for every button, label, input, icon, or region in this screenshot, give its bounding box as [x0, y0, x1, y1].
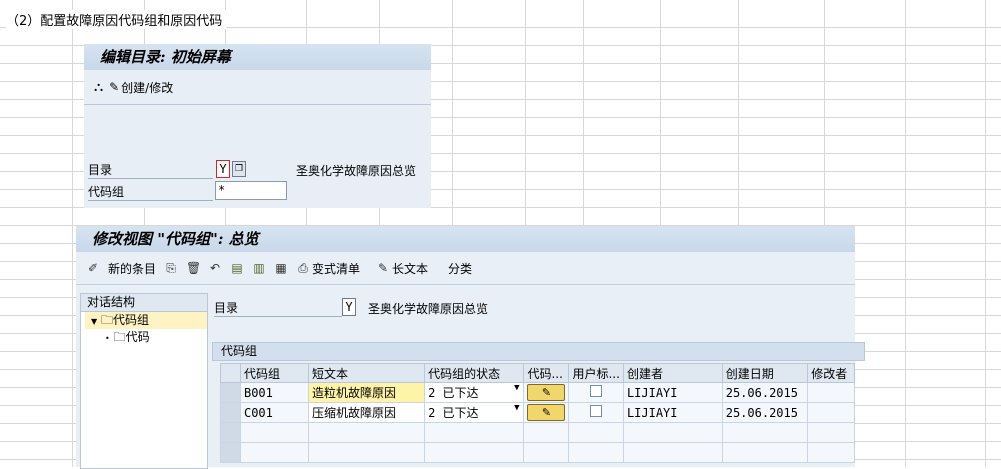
- row-selector[interactable]: [220, 422, 241, 443]
- edit-catalog-initial-screen: 编辑目录: 初始屏幕 ⛬ ✎ 创建/修改 目录 Y ❐ 圣奥化学故障原因总览 代…: [84, 44, 431, 208]
- view-title: 修改视图 "代码组": 总览: [76, 226, 855, 252]
- status-value: 2 已下达: [428, 406, 479, 420]
- toolbar: ⛬ ✎ 创建/修改: [84, 70, 431, 105]
- nav-item-label: 代码: [125, 330, 150, 344]
- view-toolbar: ✐ 新的条目 ⎘ 🗑 ↶ ▤ ▥ ▦ ⎙ 变式清单 ✎ 长文本 分类: [76, 252, 855, 285]
- code-cell: C001: [239, 402, 310, 423]
- code-edit-cell: ✎: [523, 382, 570, 403]
- long-text-label: 长文本: [392, 261, 429, 276]
- user-flag-checkbox[interactable]: [590, 385, 603, 397]
- status-dropdown[interactable]: 2 已下达 ▼: [424, 382, 525, 403]
- row-selector[interactable]: [220, 442, 241, 463]
- catalog-label: 目录: [88, 161, 213, 179]
- changed-by-cell: [807, 402, 855, 423]
- col-header[interactable]: 短文本: [308, 363, 426, 383]
- created-date-cell: 25.06.2015: [721, 382, 809, 403]
- row-selector[interactable]: [220, 382, 241, 403]
- row-selector-header[interactable]: [220, 363, 241, 383]
- col-header[interactable]: 创建者: [622, 363, 723, 383]
- short-text-cell[interactable]: 造粒机故障原因: [308, 382, 426, 403]
- user-flag-cell: [568, 382, 624, 403]
- creator-cell: LIJIAYI: [622, 382, 723, 403]
- catalog-description: 圣奥化学故障原因总览: [296, 164, 417, 178]
- table-row-empty[interactable]: [220, 442, 855, 463]
- col-header[interactable]: 修改者: [807, 363, 855, 383]
- catalog-field[interactable]: Y: [216, 160, 230, 178]
- glasses-edit-icon[interactable]: ✐: [86, 261, 100, 275]
- nav-item-label: 代码组: [113, 313, 150, 327]
- new-entries-button[interactable]: 新的条目: [108, 260, 156, 277]
- col-header[interactable]: 用户标...: [568, 363, 624, 383]
- deselect-icon[interactable]: ▦: [274, 261, 288, 275]
- change-view-overview: 修改视图 "代码组": 总览 ✐ 新的条目 ⎘ 🗑 ↶ ▤ ▥ ▦ ⎙ 变式清单…: [76, 226, 865, 469]
- hierarchy-icon[interactable]: ⛬: [94, 80, 103, 95]
- creator-cell: LIJIAYI: [622, 402, 723, 423]
- short-text-cell[interactable]: 压缩机故障原因: [308, 402, 426, 423]
- variant-list-label: 变式清单: [312, 261, 361, 276]
- screen-title: 编辑目录: 初始屏幕: [84, 44, 431, 70]
- dropdown-arrow-icon[interactable]: ▼: [514, 384, 519, 394]
- delete-icon[interactable]: 🗑: [186, 261, 201, 275]
- nav-item-code[interactable]: • 🗀代码: [81, 329, 207, 346]
- edit-note-icon: ✎: [378, 261, 389, 275]
- code-edit-cell: ✎: [523, 402, 570, 423]
- create-change-label: 创建/修改: [121, 80, 174, 95]
- catalog-description: 圣奥化学故障原因总览: [368, 302, 489, 316]
- variant-list-button[interactable]: ⎙ 变式清单: [296, 260, 360, 277]
- code-group-table: 代码组 短文本 代码组的状态 代码... 用户标... 创建者 创建日期 修改者…: [220, 363, 855, 463]
- col-header[interactable]: 创建日期: [721, 363, 809, 383]
- col-header[interactable]: 代码组的状态: [424, 363, 525, 383]
- dialog-structure-header: 对话结构: [81, 294, 207, 312]
- code-group-section-header: 代码组: [212, 342, 865, 361]
- edit-codes-button[interactable]: ✎: [527, 384, 566, 401]
- status-dropdown[interactable]: 2 已下达 ▼: [424, 402, 525, 423]
- printer-icon: ⎙: [298, 261, 308, 275]
- create-change-button[interactable]: ✎ 创建/修改: [109, 79, 173, 96]
- catalog-value: Y: [342, 298, 356, 316]
- code-group-input[interactable]: *: [215, 181, 287, 200]
- code-cell: B001: [239, 382, 310, 403]
- table-row[interactable]: C001 压缩机故障原因 2 已下达 ▼ ✎ LIJIAYI 25.06.2015: [220, 402, 855, 423]
- pencil-icon: ✎: [109, 80, 120, 94]
- created-date-cell: 25.06.2015: [721, 402, 809, 423]
- user-flag-checkbox[interactable]: [590, 405, 603, 417]
- row-selector[interactable]: [220, 402, 241, 423]
- dropdown-arrow-icon[interactable]: ▼: [514, 404, 519, 414]
- col-header[interactable]: 代码组: [239, 363, 310, 383]
- user-flag-cell: [568, 402, 624, 423]
- table-row[interactable]: B001 造粒机故障原因 2 已下达 ▼ ✎ LIJIAYI 25.06.2015: [220, 382, 855, 403]
- undo-icon[interactable]: ↶: [208, 261, 222, 275]
- folder-icon: 🗀: [113, 330, 126, 344]
- copy-icon[interactable]: ⎘: [164, 261, 178, 275]
- classification-button[interactable]: 分类: [448, 260, 472, 277]
- select-block-icon[interactable]: ▥: [252, 261, 266, 275]
- catalog-label: 目录: [214, 299, 342, 317]
- expand-triangle-icon[interactable]: ▼: [91, 317, 97, 326]
- dialog-structure-panel: 对话结构 ▼ 🗀代码组 • 🗀代码: [80, 293, 208, 469]
- table-row-empty[interactable]: [220, 422, 855, 443]
- nav-item-code-group[interactable]: ▼ 🗀代码组: [85, 312, 207, 329]
- table-header-row: 代码组 短文本 代码组的状态 代码... 用户标... 创建者 创建日期 修改者: [220, 363, 855, 383]
- status-value: 2 已下达: [428, 386, 479, 400]
- long-text-button[interactable]: ✎ 长文本: [376, 260, 428, 277]
- doc-heading: （2）配置故障原因代码组和原因代码: [6, 10, 227, 29]
- changed-by-cell: [807, 382, 855, 403]
- bullet-icon: •: [105, 334, 110, 343]
- edit-codes-button[interactable]: ✎: [527, 404, 566, 421]
- col-header[interactable]: 代码...: [523, 363, 570, 383]
- code-group-label: 代码组: [88, 183, 213, 201]
- select-all-icon[interactable]: ▤: [230, 261, 244, 275]
- value-help-icon[interactable]: ❐: [232, 161, 246, 177]
- folder-open-icon: 🗀: [100, 313, 113, 327]
